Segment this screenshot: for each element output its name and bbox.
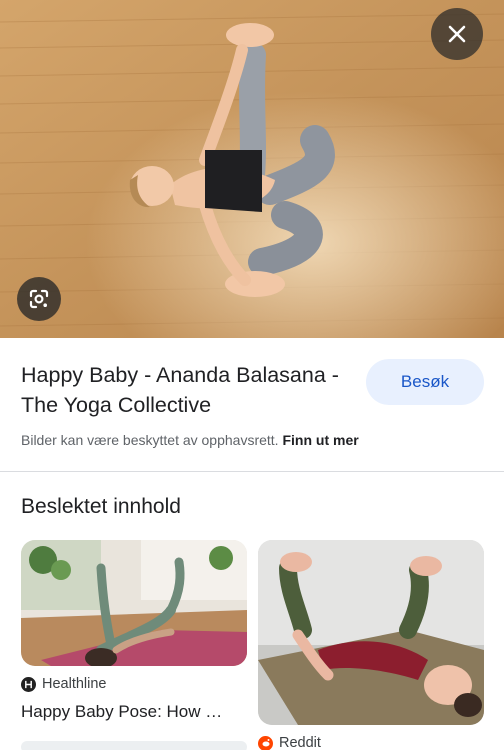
related-source-name: Healthline [42,676,107,692]
copyright-text: Bilder kan være beskyttet av opphavsrett… [21,432,279,448]
result-title[interactable]: Happy Baby - Ananda Balasana - The Yoga … [21,360,361,420]
hero-image[interactable] [0,0,504,338]
close-icon [447,24,467,44]
visit-button[interactable]: Besøk [366,359,484,405]
related-title: Happy Baby Pose: How … [21,702,223,721]
related-thumbnail [258,540,484,725]
google-lens-icon [27,287,51,311]
related-source: Reddit [258,735,321,750]
close-button[interactable] [431,8,483,60]
related-card-healthline[interactable]: Healthline Happy Baby Pose: How … [21,540,247,730]
hero-photo [0,0,504,338]
related-thumbnail [21,540,247,666]
section-divider [0,471,504,472]
related-source-name: Reddit [279,735,321,750]
learn-more-link[interactable]: Finn ut mer [282,432,358,448]
related-heading: Beslektet innhold [21,495,181,518]
related-card-reddit[interactable]: Reddit [258,540,484,750]
healthline-icon [21,676,36,692]
related-source: Healthline [21,676,107,692]
google-lens-button[interactable] [17,277,61,321]
next-card-placeholder [21,741,247,750]
reddit-icon [258,735,273,750]
copyright-notice: Bilder kan være beskyttet av opphavsrett… [21,432,359,448]
